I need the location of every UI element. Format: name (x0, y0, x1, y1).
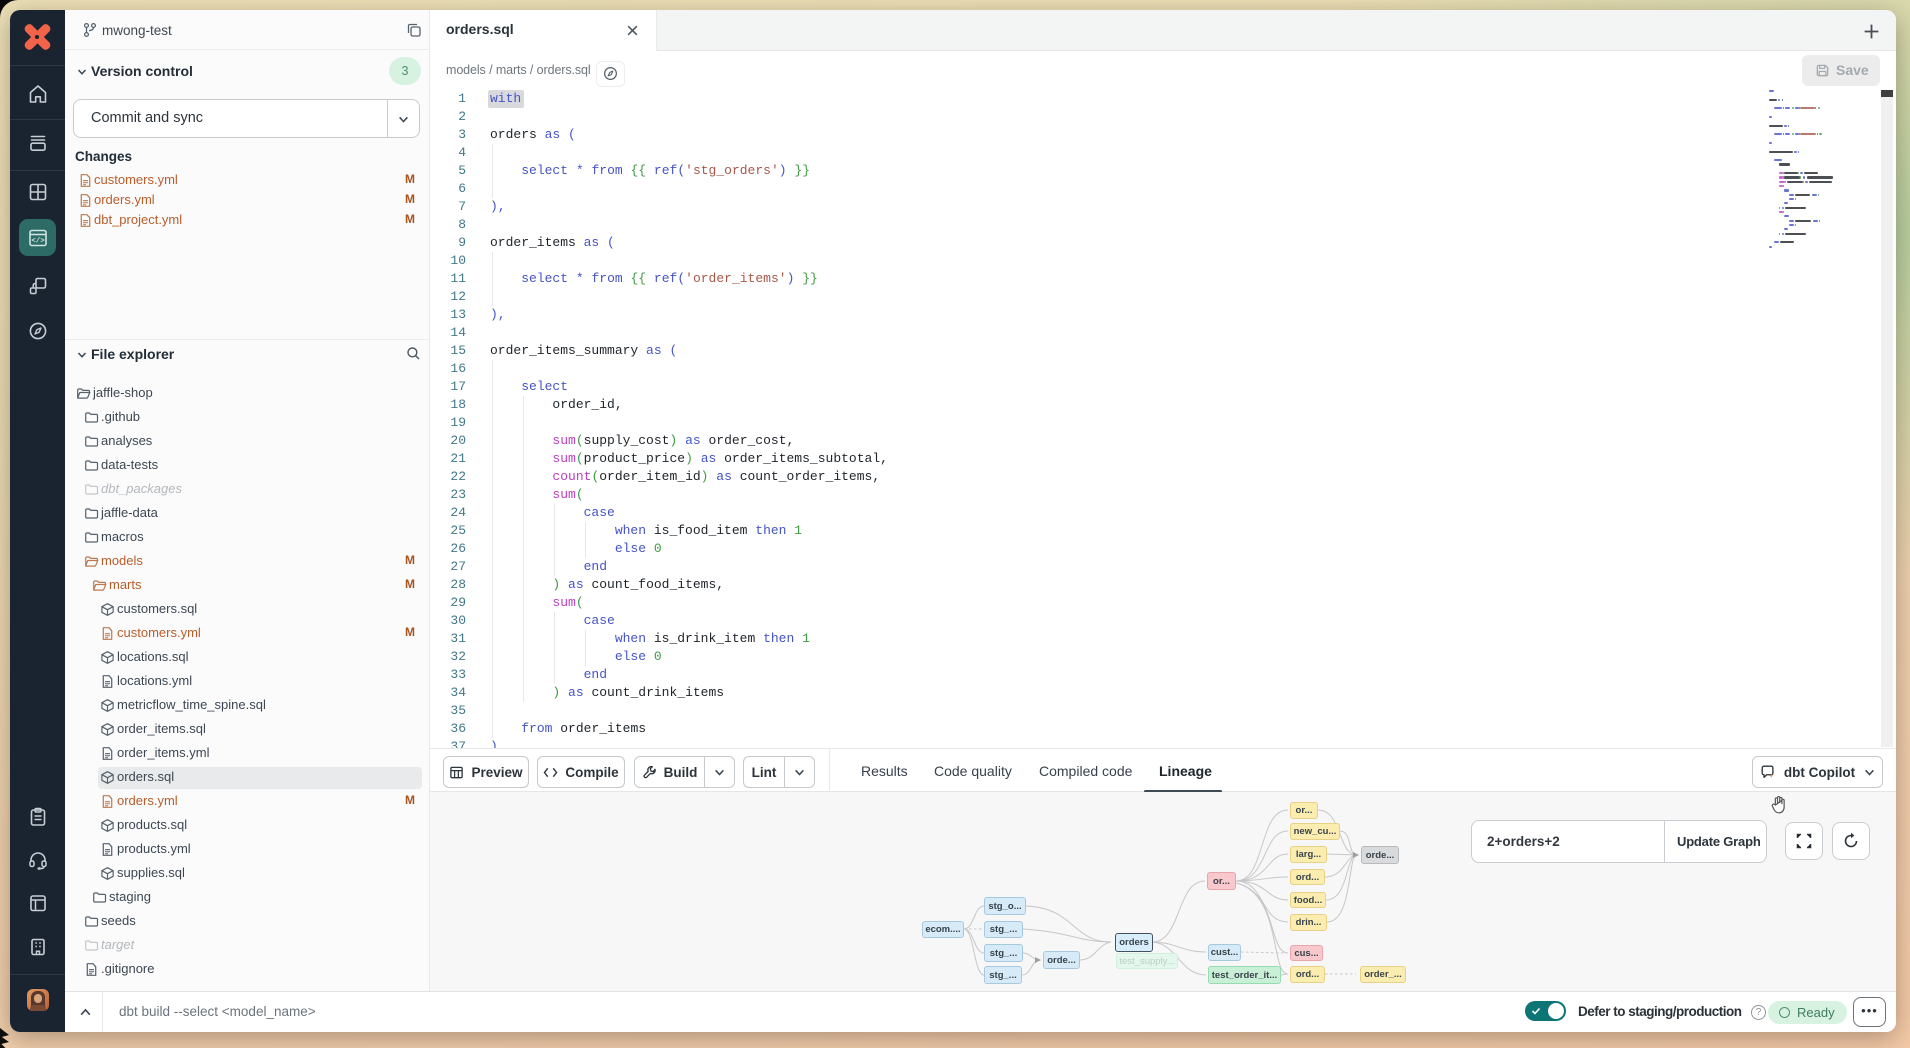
svg-text:</>: </> (31, 238, 45, 246)
